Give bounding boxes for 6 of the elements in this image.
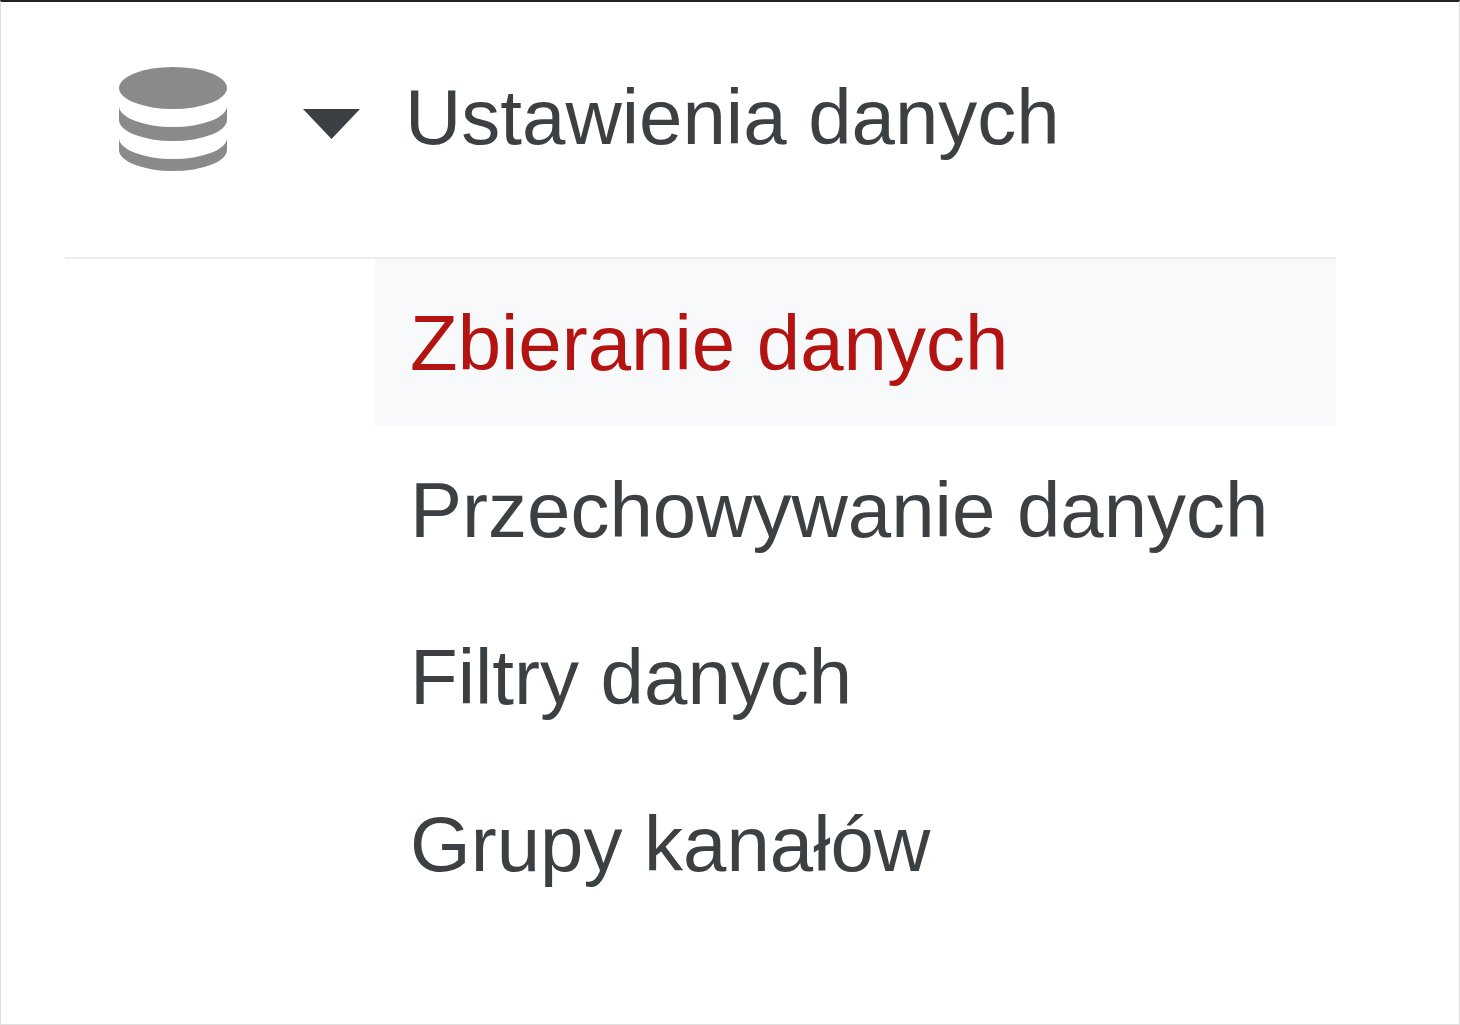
nav-item[interactable]: Zbieranie danych xyxy=(375,259,1336,426)
section-toggle[interactable]: Ustawienia danych xyxy=(303,77,1060,162)
nav-item[interactable]: Przechowywanie danych xyxy=(375,426,1336,593)
nav-item[interactable]: Grupy kanałów xyxy=(375,760,1336,927)
nav-item[interactable]: Filtry danych xyxy=(375,593,1336,760)
database-icon xyxy=(118,66,228,173)
